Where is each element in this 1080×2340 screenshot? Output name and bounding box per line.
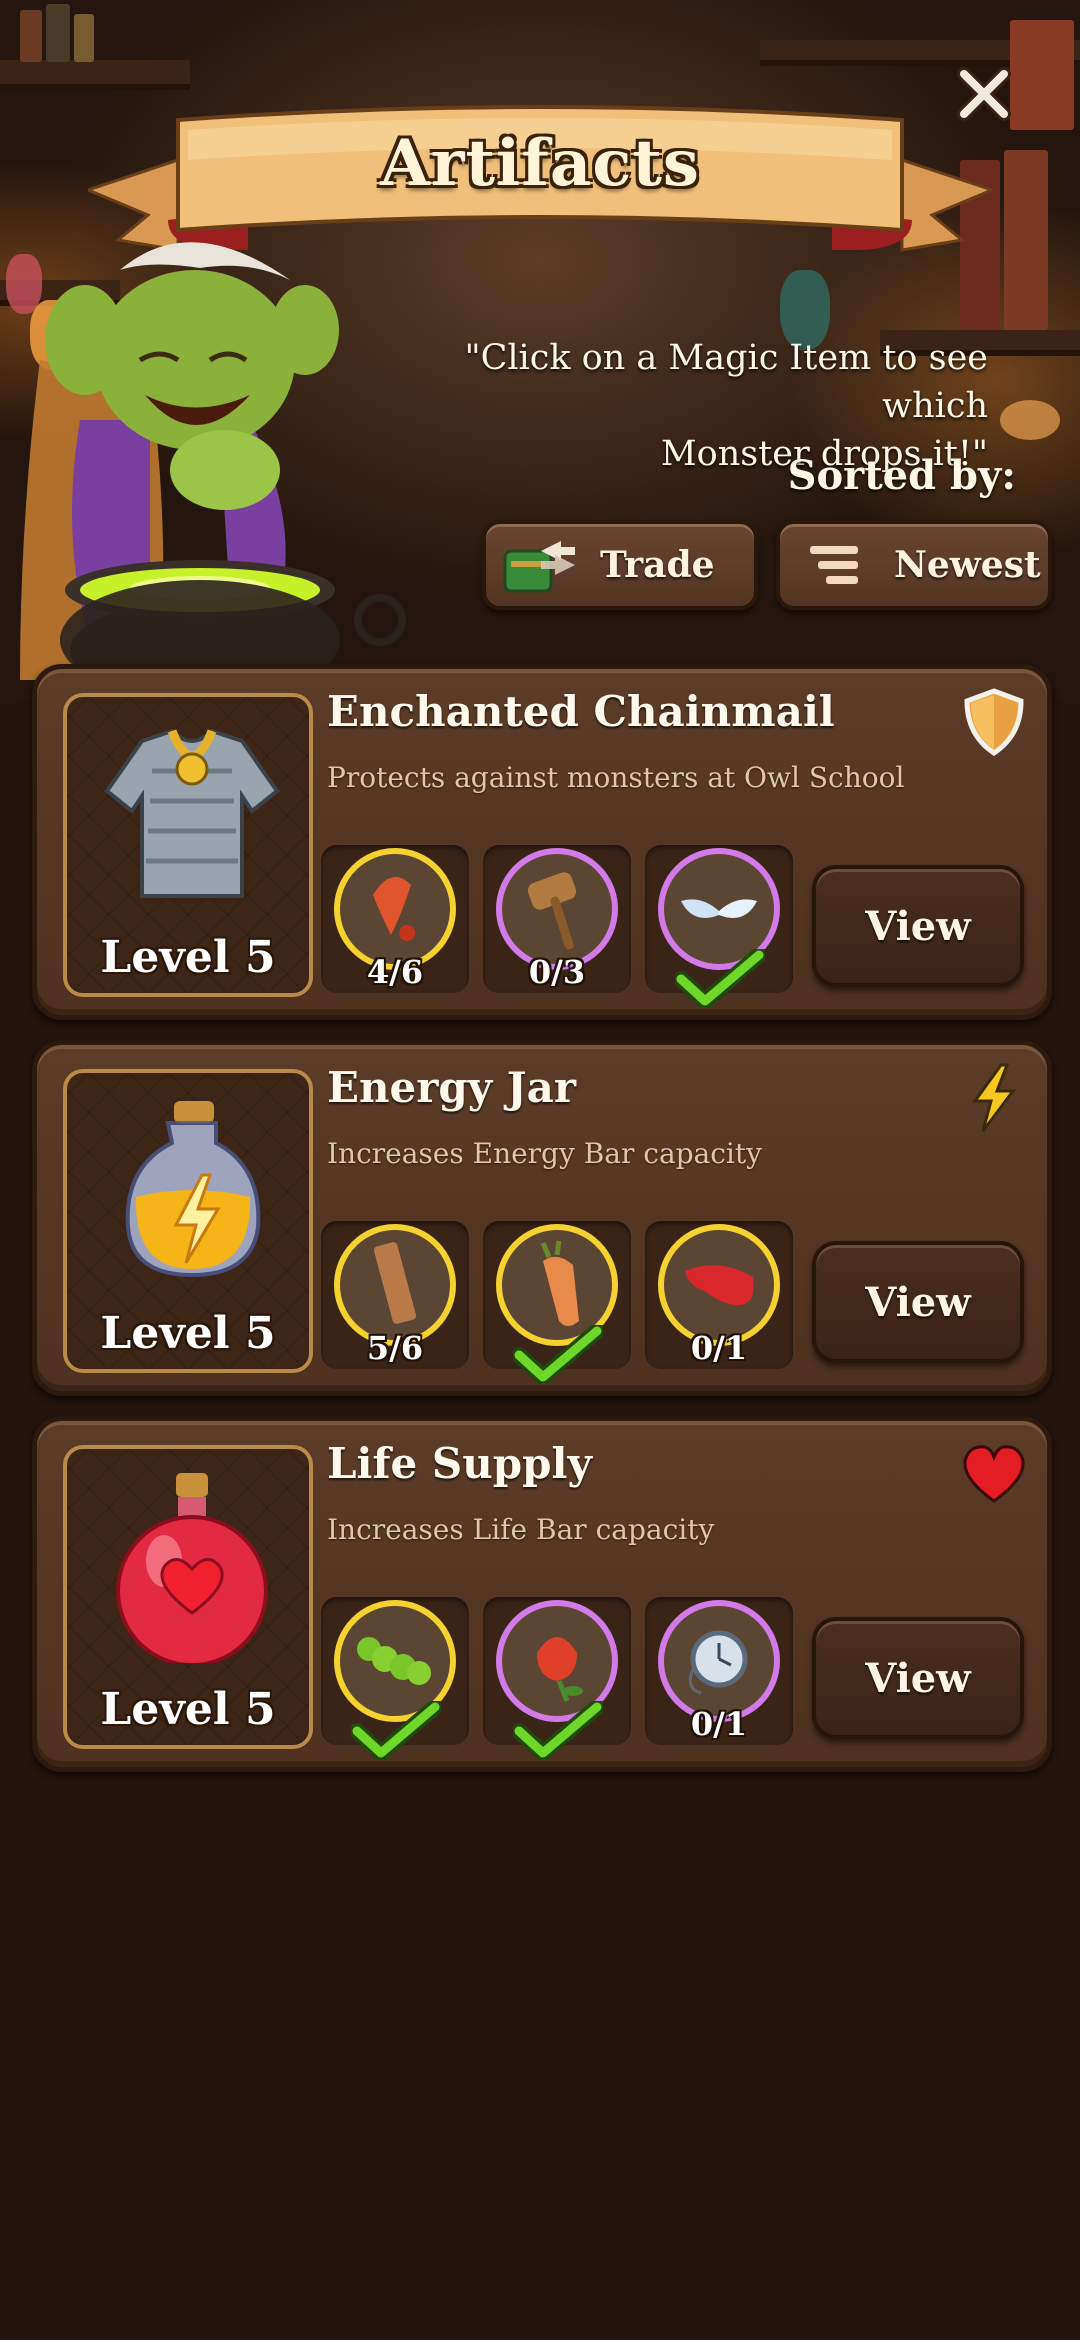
artifact-level: Level 5 (100, 1684, 276, 1735)
artifact-title: Enchanted Chainmail (327, 687, 835, 736)
artifact-thumbnail[interactable]: Level 5 (63, 693, 313, 997)
ingredient-slot[interactable] (483, 1597, 631, 1759)
check-icon (351, 1701, 441, 1759)
lightning-icon (972, 1063, 1016, 1132)
view-button[interactable]: View (812, 1241, 1024, 1363)
sort-newest-button[interactable]: Newest (776, 520, 1052, 610)
artifact-title: Life Supply (327, 1439, 592, 1488)
artifact-thumbnail[interactable]: Level 5 (63, 1069, 313, 1373)
sort-trade-button[interactable]: Trade (482, 520, 758, 610)
view-button[interactable]: View (812, 1617, 1024, 1739)
ingredient-count: 0/1 (690, 1329, 748, 1367)
ingredient-slot[interactable]: 0/1 (645, 1221, 793, 1369)
energy-jar-icon (125, 1101, 261, 1278)
artifact-card-life-supply[interactable]: Level 5 Life Supply Increases Life Bar c… (32, 1416, 1052, 1772)
check-icon (675, 949, 765, 1007)
artifact-title: Energy Jar (327, 1063, 577, 1112)
ingredient-slot[interactable]: 0/3 (483, 845, 631, 993)
artifact-level: Level 5 (100, 1308, 276, 1359)
shield-icon (964, 688, 1024, 757)
artifact-card-energy-jar[interactable]: Level 5 Energy Jar Increases Energy Bar … (32, 1040, 1052, 1396)
ingredient-count: 4/6 (366, 953, 424, 991)
check-icon (513, 1701, 603, 1759)
ingredient-slot[interactable]: 4/6 (321, 845, 469, 993)
artifact-description: Protects against monsters at Owl School (327, 761, 905, 794)
artifact-description: Increases Life Bar capacity (327, 1513, 715, 1546)
ingredient-count: 0/3 (528, 953, 586, 991)
ingredient-slot[interactable] (483, 1221, 631, 1383)
sort-list-icon (794, 530, 874, 600)
sort-trade-label: Trade (600, 544, 715, 586)
chainmail-icon (104, 728, 280, 898)
sort-newest-label: Newest (894, 544, 1041, 586)
check-icon (513, 1325, 603, 1383)
ingredient-count: 0/1 (690, 1705, 748, 1743)
trade-icon (500, 530, 580, 600)
page-title: Artifacts (380, 126, 700, 201)
sorted-by-label: Sorted by: (787, 452, 1016, 499)
ingredient-slot[interactable]: 0/1 (645, 1597, 793, 1745)
artifact-description: Increases Energy Bar capacity (327, 1137, 762, 1170)
artifact-card-enchanted-chainmail[interactable]: Level 5 Enchanted Chainmail Protects aga… (32, 664, 1052, 1020)
life-potion-icon (116, 1473, 268, 1663)
ingredient-slot[interactable]: 5/6 (321, 1221, 469, 1369)
heart-icon (963, 1445, 1025, 1503)
ingredient-count: 5/6 (366, 1329, 424, 1367)
artifact-level: Level 5 (100, 932, 276, 983)
ingredient-slot[interactable] (645, 845, 793, 1007)
view-button[interactable]: View (812, 865, 1024, 987)
hint-line: "Click on a Magic Item to see which (464, 338, 988, 426)
ingredient-slot[interactable] (321, 1597, 469, 1759)
artifact-thumbnail[interactable]: Level 5 (63, 1445, 313, 1749)
